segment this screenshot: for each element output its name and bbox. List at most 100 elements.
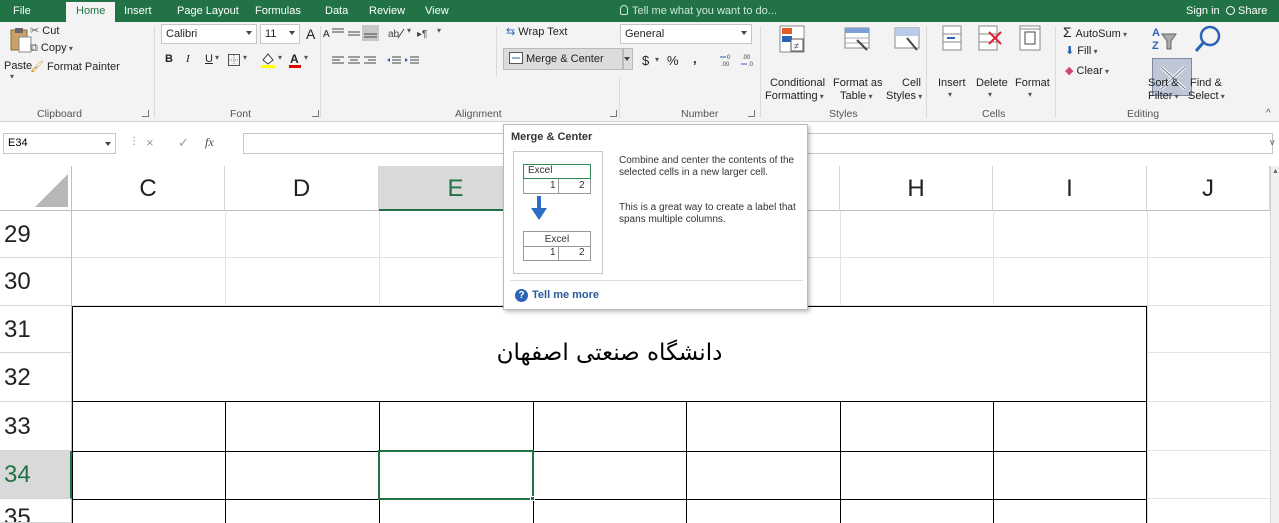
collapse-ribbon-icon[interactable]: ^: [1266, 108, 1271, 119]
sort-filter-icon[interactable]: AZ: [1150, 24, 1182, 57]
clipboard-launcher-icon[interactable]: [142, 110, 149, 117]
delete-cells-icon[interactable]: [977, 24, 1003, 57]
row-header-35[interactable]: 35: [0, 499, 72, 523]
column-header-h[interactable]: H: [840, 166, 993, 211]
currency-button[interactable]: $: [642, 53, 649, 68]
underline-button[interactable]: U: [205, 53, 213, 65]
find-select-line2[interactable]: Select ▾: [1188, 90, 1225, 102]
chevron-down-icon[interactable]: ▾: [437, 26, 441, 35]
selected-cell-e34[interactable]: [378, 450, 534, 500]
row-header-30[interactable]: 30: [0, 258, 72, 306]
insert-function-icon[interactable]: fx: [205, 135, 214, 150]
tab-data[interactable]: Data: [325, 0, 348, 22]
text-direction-icon[interactable]: ▸¶: [416, 26, 436, 43]
italic-button[interactable]: I: [186, 53, 190, 65]
decrease-indent-icon[interactable]: [386, 55, 402, 70]
alignment-launcher-icon[interactable]: [610, 110, 617, 117]
expand-formula-bar-icon[interactable]: v: [1270, 137, 1275, 147]
wrap-text-button[interactable]: ⇆ Wrap Text: [506, 25, 567, 38]
format-cells-icon[interactable]: [1017, 24, 1043, 57]
number-launcher-icon[interactable]: [748, 110, 755, 117]
merged-cell-c31-i32[interactable]: دانشگاه صنعتی اصفهان: [72, 306, 1147, 402]
grow-font-button[interactable]: A: [306, 26, 315, 42]
column-header-d[interactable]: D: [225, 166, 379, 211]
align-bottom-icon[interactable]: [362, 25, 379, 41]
chevron-down-icon[interactable]: ▾: [243, 53, 247, 62]
chevron-down-icon[interactable]: ▾: [278, 53, 282, 62]
tab-home[interactable]: Home: [66, 2, 116, 22]
row-header-31[interactable]: 31: [0, 306, 72, 353]
select-all-corner[interactable]: [0, 166, 72, 211]
conditional-formatting-line2[interactable]: Formatting ▾: [765, 90, 824, 102]
sign-in-link[interactable]: Sign in: [1186, 0, 1220, 22]
sort-filter-line1[interactable]: Sort &: [1148, 77, 1179, 89]
format-as-table-line2[interactable]: Table ▾: [840, 90, 873, 102]
align-left-icon[interactable]: [331, 55, 345, 70]
tell-me-search[interactable]: Tell me what you want to do...: [620, 0, 777, 22]
clear-button[interactable]: ◆ Clear ▾: [1065, 64, 1109, 77]
format-as-table-line1[interactable]: Format as: [833, 77, 883, 89]
autosum-button[interactable]: Σ AutoSum ▾: [1063, 24, 1127, 40]
paste-button[interactable]: Paste: [4, 60, 32, 72]
font-launcher-icon[interactable]: [312, 110, 319, 117]
align-top-icon[interactable]: [331, 27, 345, 42]
name-box[interactable]: E34: [3, 133, 116, 154]
tab-view[interactable]: View: [425, 0, 449, 22]
scroll-up-icon[interactable]: ▲: [1272, 168, 1279, 175]
align-right-icon[interactable]: [363, 55, 377, 70]
enter-entry-icon[interactable]: ✓: [178, 135, 189, 151]
delete-cells-button[interactable]: Delete: [976, 77, 1008, 89]
orientation-icon[interactable]: ab: [387, 26, 405, 43]
row-header-33[interactable]: 33: [0, 402, 72, 451]
tab-page-layout[interactable]: Page Layout: [177, 0, 239, 22]
chevron-down-icon[interactable]: ▾: [655, 55, 659, 64]
comma-style-button[interactable]: ,: [693, 51, 697, 66]
decrease-decimal-icon[interactable]: .00.0: [739, 52, 759, 71]
conditional-formatting-icon[interactable]: ≠: [778, 24, 806, 57]
find-select-line1[interactable]: Find &: [1190, 77, 1222, 89]
tab-review[interactable]: Review: [369, 0, 405, 22]
column-header-c[interactable]: C: [72, 166, 225, 211]
increase-decimal-icon[interactable]: 0.00: [718, 52, 738, 71]
merge-center-button[interactable]: Merge & Center: [503, 48, 623, 70]
cell-styles-icon[interactable]: [893, 24, 921, 57]
cell-styles-line1[interactable]: Cell: [902, 77, 921, 89]
fill-handle[interactable]: [530, 496, 535, 501]
format-as-table-icon[interactable]: [843, 24, 871, 57]
number-format-select[interactable]: General: [620, 24, 752, 44]
cut-button[interactable]: ✂ Cut: [30, 24, 59, 37]
chevron-down-icon[interactable]: ▾: [1028, 90, 1032, 99]
bold-button[interactable]: B: [165, 53, 173, 65]
merge-center-dropdown[interactable]: [623, 48, 633, 70]
font-name-select[interactable]: Calibri: [161, 24, 257, 44]
row-header-29[interactable]: 29: [0, 211, 72, 258]
tab-formulas[interactable]: Formulas: [255, 0, 301, 22]
sort-filter-line2[interactable]: Filter ▾: [1148, 90, 1179, 102]
shrink-font-button[interactable]: A: [323, 29, 330, 40]
insert-cells-icon[interactable]: [941, 24, 963, 57]
chevron-down-icon[interactable]: ▾: [215, 53, 219, 62]
copy-button[interactable]: ⧉ Copy ▾: [30, 42, 73, 55]
chevron-down-icon[interactable]: ▾: [948, 90, 952, 99]
paste-dropdown-icon[interactable]: ▾: [10, 72, 14, 81]
chevron-down-icon[interactable]: ▾: [304, 53, 308, 62]
percent-button[interactable]: %: [667, 53, 679, 68]
chevron-down-icon[interactable]: ▾: [407, 26, 411, 35]
cell-styles-line2[interactable]: Styles ▾: [886, 90, 922, 102]
format-cells-button[interactable]: Format: [1015, 77, 1050, 89]
align-center-icon[interactable]: [347, 55, 361, 70]
column-header-i[interactable]: I: [993, 166, 1147, 211]
column-header-j[interactable]: J: [1147, 166, 1270, 211]
share-button[interactable]: Share: [1226, 0, 1267, 22]
align-middle-icon[interactable]: [347, 27, 361, 42]
insert-cells-button[interactable]: Insert: [938, 77, 966, 89]
format-painter-button[interactable]: 🖌 Format Painter: [30, 60, 120, 73]
borders-icon[interactable]: [228, 54, 240, 66]
row-header-32[interactable]: 32: [0, 353, 72, 402]
font-size-select[interactable]: 11: [260, 24, 300, 44]
vertical-scrollbar[interactable]: ▲: [1270, 166, 1279, 523]
magnifier-icon[interactable]: [1193, 24, 1223, 57]
conditional-formatting-line1[interactable]: Conditional: [770, 77, 825, 89]
increase-indent-icon[interactable]: [404, 55, 420, 70]
fill-button[interactable]: ⬇ Fill ▾: [1065, 44, 1098, 57]
